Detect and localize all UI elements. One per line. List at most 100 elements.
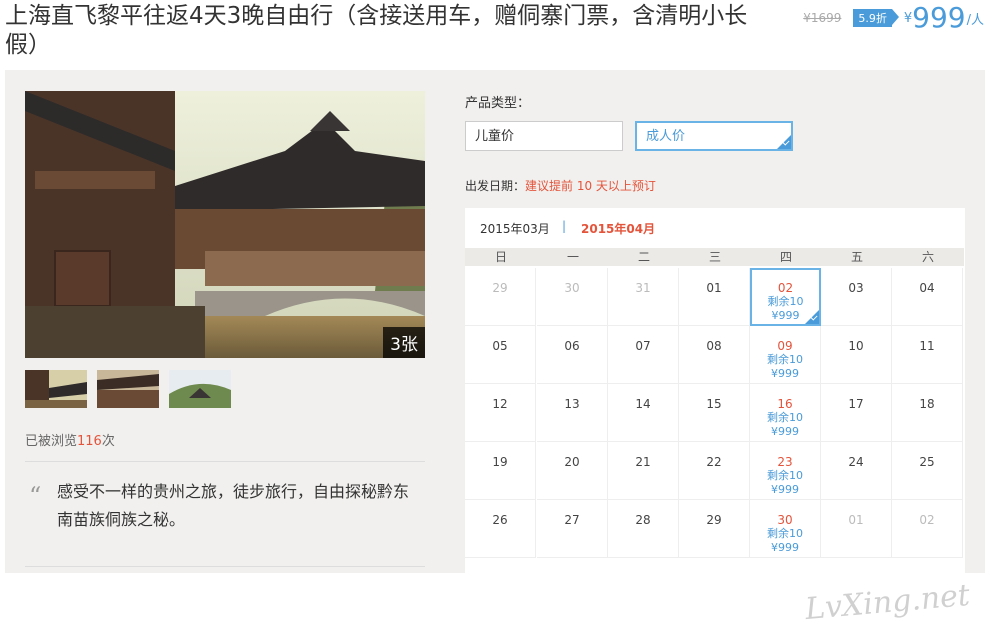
calendar-day: 26: [465, 500, 536, 558]
seats-remaining: 剩余10: [767, 469, 803, 482]
day-price: ¥999: [771, 425, 799, 438]
day-number: 29: [706, 513, 722, 527]
day-number: 22: [706, 455, 722, 469]
day-number: 28: [635, 513, 651, 527]
calendar-day: 13: [537, 384, 608, 442]
day-number: 06: [564, 339, 580, 353]
view-prefix: 已被浏览: [25, 434, 78, 449]
price-unit: /人: [966, 12, 984, 28]
thumbnail-2-image: [97, 370, 159, 408]
weekday-header: 五: [821, 248, 893, 266]
day-number: 02: [919, 513, 935, 527]
day-number: 27: [564, 513, 580, 527]
day-number: 11: [919, 339, 935, 353]
day-number: 15: [706, 397, 722, 411]
check-icon: [777, 135, 791, 149]
day-number: 18: [919, 397, 935, 411]
calendar-day: 01: [821, 500, 892, 558]
calendar-header: 2015年03月 | 2015年04月: [465, 208, 965, 246]
day-number: 17: [848, 397, 864, 411]
calendar-day: 07: [608, 326, 679, 384]
day-number: 30: [777, 513, 793, 527]
calendar-day: 24: [821, 442, 892, 500]
product-panel: 3张 已被浏览116次 “ 感受不一样的贵州之旅，徒步旅行，自由探秘黔东南苗族侗…: [5, 70, 985, 627]
calendar-day: 19: [465, 442, 536, 500]
price-area: ¥1699 5.9折 ¥ 999 /人: [803, 2, 984, 34]
calendar-day: 05: [465, 326, 536, 384]
day-number: 12: [492, 397, 508, 411]
main-photo[interactable]: 3张: [25, 91, 425, 358]
calendar-day: 03: [821, 268, 892, 326]
product-description: 感受不一样的贵州之旅，徒步旅行，自由探秘黔东南苗族侗族之秘。: [57, 482, 410, 529]
thumbnail-1[interactable]: [25, 370, 87, 408]
calendar-day: 06: [537, 326, 608, 384]
thumbnail-2[interactable]: [97, 370, 159, 408]
quote-icon: “: [29, 482, 42, 510]
day-number: 01: [706, 281, 722, 295]
thumbnail-1-image: [25, 370, 87, 408]
day-number: 23: [777, 455, 793, 469]
day-number: 04: [919, 281, 935, 295]
calendar-day: 25: [892, 442, 963, 500]
weekday-header: 二: [608, 248, 680, 266]
day-number: 14: [635, 397, 651, 411]
thumbnail-3[interactable]: [169, 370, 231, 408]
day-number: 29: [492, 281, 508, 295]
day-price: ¥999: [771, 367, 799, 380]
option-adult-label: 成人价: [646, 129, 686, 144]
option-adult-price[interactable]: 成人价: [635, 121, 793, 151]
day-number: 24: [848, 455, 864, 469]
weekday-header: 日: [465, 248, 537, 266]
day-number: 09: [777, 339, 793, 353]
month-separator: |: [562, 219, 567, 233]
day-number: 20: [564, 455, 580, 469]
calendar-day: 12: [465, 384, 536, 442]
calendar-day: 01: [679, 268, 750, 326]
calendar-day: 29: [465, 268, 536, 326]
day-number: 19: [492, 455, 508, 469]
day-number: 07: [635, 339, 651, 353]
view-number: 116: [77, 434, 102, 449]
day-number: 05: [492, 339, 508, 353]
booking-hint: 建议提前 10 天以上预订: [525, 179, 656, 193]
day-number: 10: [848, 339, 864, 353]
calendar-day-available[interactable]: 09 剩余10 ¥999: [750, 326, 821, 384]
check-icon: [805, 310, 819, 324]
current-price: 999: [912, 1, 966, 34]
weekday-header: 六: [892, 248, 964, 266]
tab-current-month[interactable]: 2015年04月: [581, 220, 655, 237]
calendar-day-available[interactable]: 16 剩余10 ¥999: [750, 384, 821, 442]
day-number: 21: [635, 455, 651, 469]
seats-remaining: 剩余10: [767, 295, 804, 308]
calendar-day-available[interactable]: 02 剩余10 ¥999: [750, 268, 821, 326]
calendar-day: 20: [537, 442, 608, 500]
seats-remaining: 剩余10: [767, 527, 803, 540]
page-title: 上海直飞黎平往返4天3晚自由行（含接送用车，赠侗寨门票，含清明小长假）: [5, 3, 748, 58]
day-number: 31: [635, 281, 651, 295]
calendar-day-available[interactable]: 23 剩余10 ¥999: [750, 442, 821, 500]
day-number: 16: [777, 397, 793, 411]
calendar-day: 31: [608, 268, 679, 326]
tab-prev-month[interactable]: 2015年03月: [480, 220, 550, 237]
weekday-header: 四: [750, 248, 822, 266]
date-calendar: 2015年03月 | 2015年04月 日一二三四五六 29 30 31 01 02 剩余1…: [465, 208, 965, 573]
discount-badge: 5.9折: [853, 9, 899, 27]
calendar-day: 10: [821, 326, 892, 384]
product-type-label: 产品类型：: [465, 96, 531, 111]
covered-bridge-photo: [25, 91, 425, 358]
seats-remaining: 剩余10: [767, 353, 803, 366]
photo-count: 3张: [383, 327, 425, 358]
seats-remaining: 剩余10: [767, 411, 803, 424]
calendar-day: 27: [537, 500, 608, 558]
calendar-day: 17: [821, 384, 892, 442]
original-price: ¥1699: [803, 11, 842, 25]
calendar-day: 29: [679, 500, 750, 558]
option-child-price[interactable]: 儿童价: [465, 121, 623, 151]
calendar-day: 14: [608, 384, 679, 442]
calendar-day: 02: [892, 500, 963, 558]
day-price: ¥999: [771, 541, 799, 554]
view-suffix: 次: [101, 434, 115, 449]
departure-label: 出发日期：: [465, 179, 526, 193]
weekday-header: 一: [537, 248, 609, 266]
calendar-day-available[interactable]: 30 剩余10 ¥999: [750, 500, 821, 558]
